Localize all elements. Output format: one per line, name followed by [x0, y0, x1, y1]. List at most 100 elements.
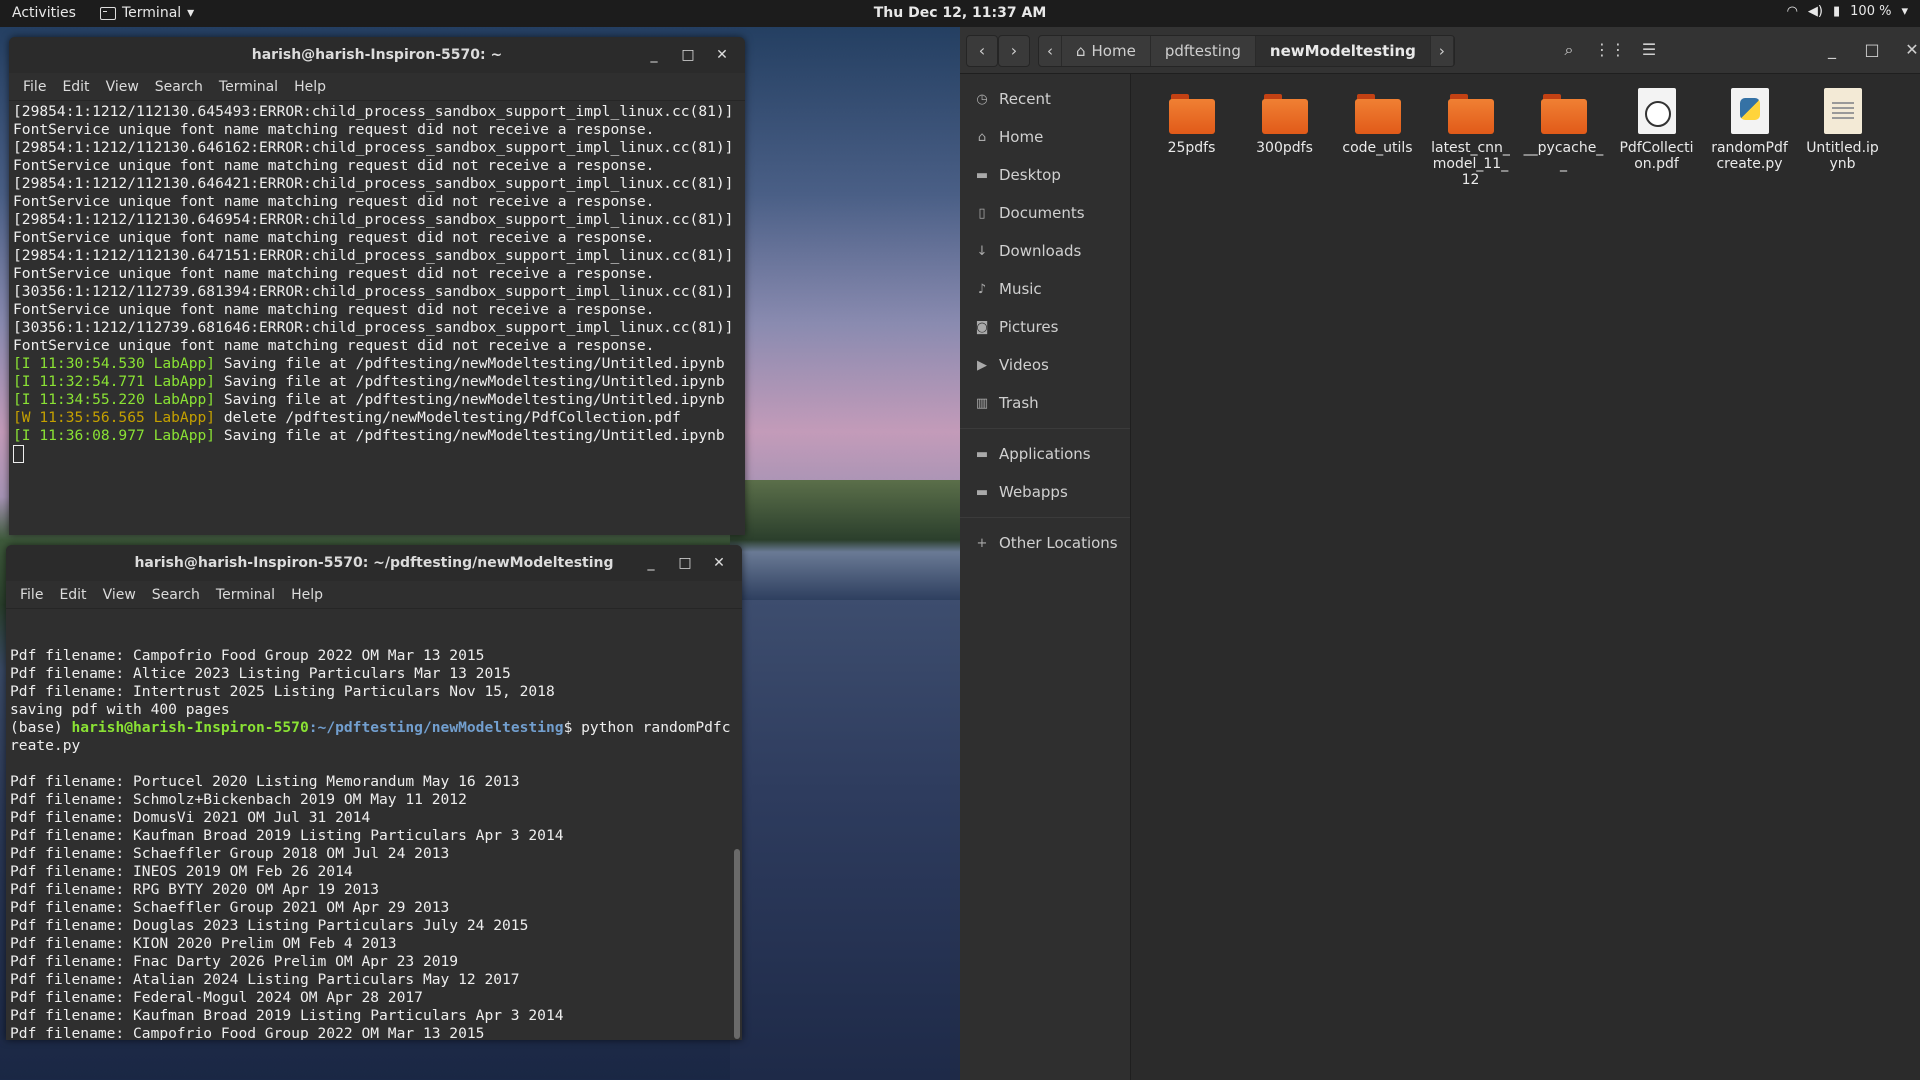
close-button[interactable]: ✕: [706, 545, 732, 581]
file-item[interactable]: Untitled.ipynb: [1796, 82, 1889, 188]
terminal-window-project[interactable]: harish@harish-Inspiron-5570: ~/pdftestin…: [6, 545, 742, 1040]
menu-help[interactable]: Help: [283, 587, 331, 603]
terminal-line: [29854:1:1212/112130.646954:ERROR:child_…: [13, 211, 741, 247]
window-titlebar[interactable]: harish@harish-Inspiron-5570: ~ _ □ ✕: [9, 37, 745, 73]
path-scroll-right-button[interactable]: ›: [1431, 36, 1454, 66]
terminal-line: Pdf filename: Altice 2023 Listing Partic…: [10, 665, 511, 682]
terminal-output[interactable]: [29854:1:1212/112130.645493:ERROR:child_…: [9, 101, 745, 534]
sidebar-item-pictures[interactable]: ◙ Pictures: [960, 308, 1130, 346]
prompt-path: :~/pdftesting/newModeltesting: [308, 719, 564, 736]
activities-button[interactable]: Activities: [12, 5, 76, 21]
video-icon: ▶: [977, 357, 987, 373]
back-button[interactable]: ‹: [966, 35, 998, 67]
file-item[interactable]: PdfCollection.pdf: [1610, 82, 1703, 188]
path-crumb-home[interactable]: ⌂ Home: [1062, 36, 1151, 66]
menu-edit[interactable]: Edit: [54, 79, 97, 95]
sidebar-separator: [960, 428, 1130, 429]
menu-file[interactable]: File: [15, 79, 54, 95]
sidebar-item-videos[interactable]: ▶ Videos: [960, 346, 1130, 384]
search-button[interactable]: ⌕: [1554, 35, 1584, 65]
window-title: harish@harish-Inspiron-5570: ~/pdftestin…: [134, 555, 614, 571]
terminal-line: Pdf filename: Intertrust 2025 Listing Pa…: [10, 683, 555, 700]
sidebar-item-label: Applications: [999, 445, 1091, 463]
file-item[interactable]: latest_cnn_model_11_12: [1424, 82, 1517, 188]
terminal-menubar: File Edit View Search Terminal Help: [6, 581, 742, 609]
folder-icon: ▬: [975, 484, 989, 500]
path-crumb-newmodeltesting[interactable]: newModeltesting: [1255, 36, 1431, 66]
sidebar-item-music[interactable]: ♪ Music: [960, 270, 1130, 308]
menu-view[interactable]: View: [98, 79, 147, 95]
window-titlebar[interactable]: harish@harish-Inspiron-5570: ~/pdftestin…: [6, 545, 742, 581]
window-title: harish@harish-Inspiron-5570: ~: [251, 47, 503, 63]
terminal-line: Pdf filename: Schaeffler Group 2021 OM A…: [10, 899, 450, 916]
log-prefix: [W 11:35:56.565 LabApp]: [13, 409, 216, 426]
minimize-button[interactable]: _: [641, 37, 667, 73]
menu-button[interactable]: ☰: [1634, 35, 1664, 65]
wifi-icon: ◠: [1786, 4, 1798, 19]
log-text: [30356:1:1212/112739.681394:ERROR:child_…: [13, 283, 743, 318]
maximize-button[interactable]: □: [1857, 35, 1887, 65]
file-grid: 25pdfs 300pdfs code_utils latest_cnn_model_…: [1145, 82, 1889, 188]
file-item[interactable]: 25pdfs: [1145, 82, 1238, 188]
file-name: 300pdfs: [1256, 140, 1313, 156]
file-item[interactable]: 300pdfs: [1238, 82, 1331, 188]
minimize-button[interactable]: _: [1817, 35, 1847, 65]
home-icon: ⌂: [1076, 42, 1086, 60]
view-toggle-button[interactable]: ⋮⋮: [1594, 35, 1626, 65]
system-tray[interactable]: ◠ ◀) ▮ 100 % ▾: [1787, 4, 1908, 19]
sidebar-item-trash[interactable]: ▥ Trash: [960, 384, 1130, 422]
menu-terminal[interactable]: Terminal: [208, 587, 283, 603]
sidebar-item-webapps[interactable]: ▬ Webapps: [960, 473, 1130, 511]
path-crumb-pdftesting[interactable]: pdftesting: [1151, 36, 1256, 66]
terminal-window-home[interactable]: harish@harish-Inspiron-5570: ~ _ □ ✕ Fil…: [9, 37, 745, 535]
document-icon: ▯: [978, 205, 986, 221]
sidebar-item-recent[interactable]: ◷ Recent: [960, 80, 1130, 118]
maximize-button[interactable]: □: [672, 545, 698, 581]
sidebar-item-desktop[interactable]: ▬ Desktop: [960, 156, 1130, 194]
battery-percent: 100 %: [1850, 4, 1892, 19]
file-item[interactable]: __pycache__: [1517, 82, 1610, 188]
file-item[interactable]: randomPdfcreate.py: [1703, 82, 1796, 188]
menu-terminal[interactable]: Terminal: [211, 79, 286, 95]
folder-icon: [1354, 94, 1401, 134]
notebook-file-icon: [1823, 88, 1862, 134]
log-text: Saving file at /pdftesting/newModeltesti…: [215, 373, 725, 390]
sidebar-item-label: Videos: [999, 356, 1049, 374]
menu-search[interactable]: Search: [144, 587, 208, 603]
app-menu[interactable]: Terminal ▾: [100, 5, 194, 21]
path-scroll-left-button[interactable]: ‹: [1039, 36, 1062, 66]
file-manager-headerbar: ‹ › ‹ ⌂ Home pdftesting newModeltesting ›…: [960, 27, 1920, 74]
python-file-icon: [1730, 88, 1769, 134]
log-text: Saving file at /pdftesting/newModeltesti…: [215, 427, 725, 444]
menu-help[interactable]: Help: [286, 79, 334, 95]
terminal-line: Pdf filename: INEOS 2019 OM Feb 26 2014: [10, 863, 353, 880]
file-item[interactable]: code_utils: [1331, 82, 1424, 188]
terminal-line: Pdf filename: Campofrio Food Group 2022 …: [10, 1025, 485, 1040]
maximize-button[interactable]: □: [675, 37, 701, 73]
log-text: Saving file at /pdftesting/newModeltesti…: [215, 355, 725, 372]
terminal-output[interactable]: Pdf filename: Campofrio Food Group 2022 …: [6, 609, 742, 1040]
terminal-line: Pdf filename: Portucel 2020 Listing Memo…: [10, 773, 520, 790]
menu-edit[interactable]: Edit: [51, 587, 94, 603]
menu-file[interactable]: File: [12, 587, 51, 603]
sidebar-item-label: Documents: [999, 204, 1085, 222]
wallpaper-trees: [730, 480, 960, 600]
minimize-button[interactable]: _: [638, 545, 664, 581]
forward-button[interactable]: ›: [998, 35, 1030, 67]
menu-view[interactable]: View: [95, 587, 144, 603]
folder-icon: ▬: [975, 446, 989, 462]
menu-search[interactable]: Search: [147, 79, 211, 95]
file-manager-window[interactable]: ‹ › ‹ ⌂ Home pdftesting newModeltesting ›…: [960, 27, 1920, 1080]
close-button[interactable]: ✕: [709, 37, 735, 73]
scrollbar[interactable]: [734, 849, 740, 1039]
sidebar-item-applications[interactable]: ▬ Applications: [960, 435, 1130, 473]
volume-icon: ◀): [1807, 4, 1823, 19]
prompt-env: (base): [10, 719, 72, 736]
clock[interactable]: Thu Dec 12, 11:37 AM: [874, 5, 1047, 21]
sidebar-item-downloads[interactable]: ↓ Downloads: [960, 232, 1130, 270]
close-button[interactable]: ✕: [1897, 35, 1920, 65]
sidebar-item-home[interactable]: ⌂ Home: [960, 118, 1130, 156]
terminal-line: [I 11:32:54.771 LabApp] Saving file at /…: [13, 373, 741, 391]
sidebar-item-documents[interactable]: ▯ Documents: [960, 194, 1130, 232]
sidebar-item-other-locations[interactable]: + Other Locations: [960, 524, 1130, 562]
